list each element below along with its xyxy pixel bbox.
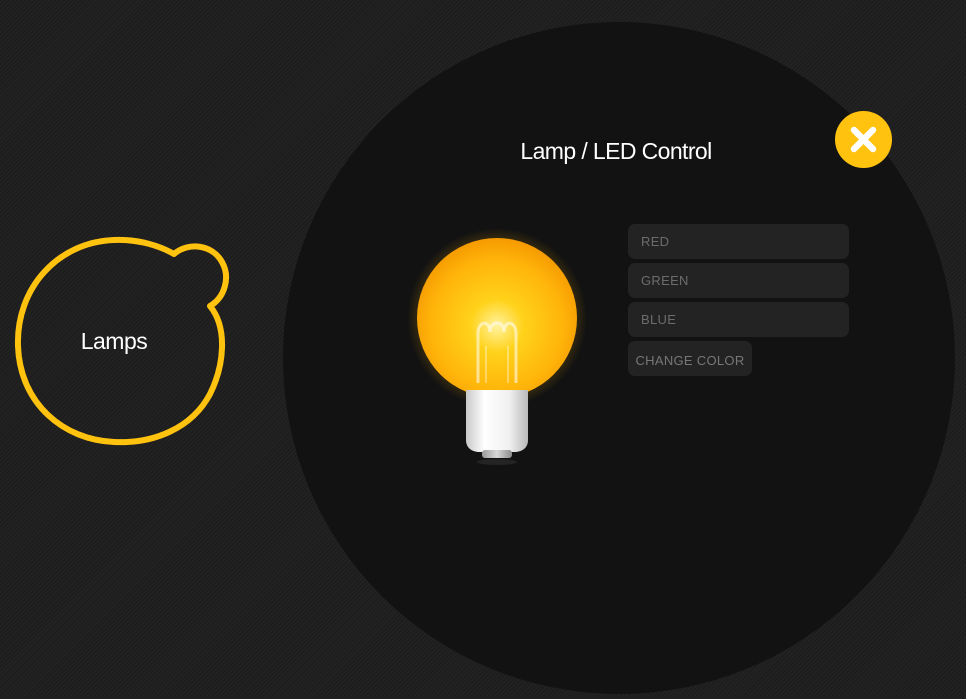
lamps-nav-bubble[interactable]: Lamps [14,236,232,448]
blue-input[interactable] [628,302,849,337]
green-input[interactable] [628,263,849,298]
lamps-label: Lamps [80,328,148,354]
light-bulb-icon [404,228,594,478]
close-button[interactable] [835,111,892,168]
change-color-button[interactable]: CHANGE COLOR [628,341,752,376]
red-input[interactable] [628,224,849,259]
close-icon [850,126,877,153]
